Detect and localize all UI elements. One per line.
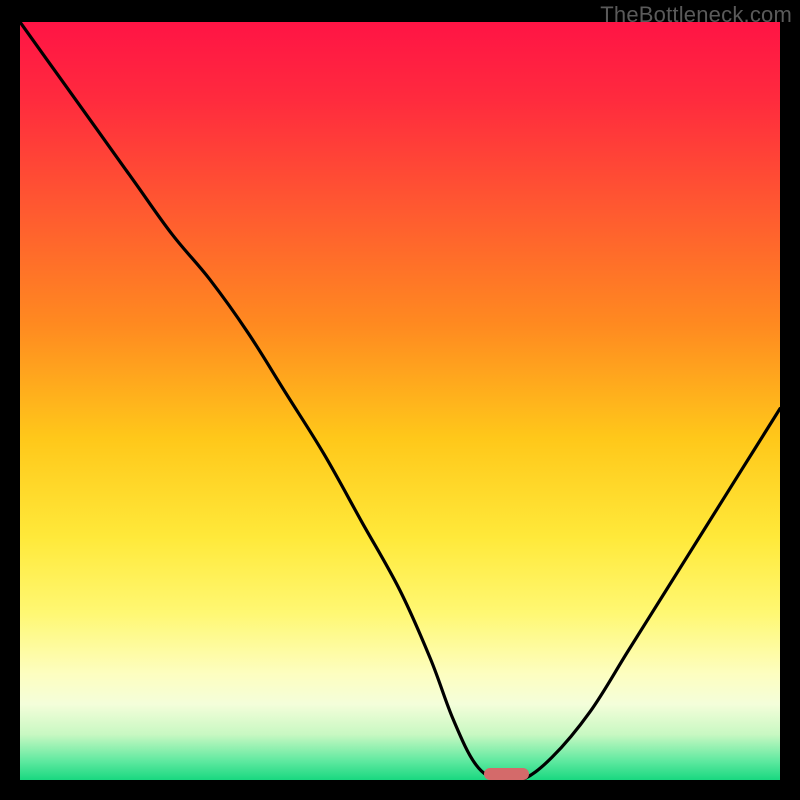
bottleneck-curve: [20, 22, 780, 780]
plot-area: [20, 22, 780, 780]
optimal-marker: [484, 768, 530, 780]
chart-frame: TheBottleneck.com: [0, 0, 800, 800]
watermark-text: TheBottleneck.com: [600, 2, 792, 28]
